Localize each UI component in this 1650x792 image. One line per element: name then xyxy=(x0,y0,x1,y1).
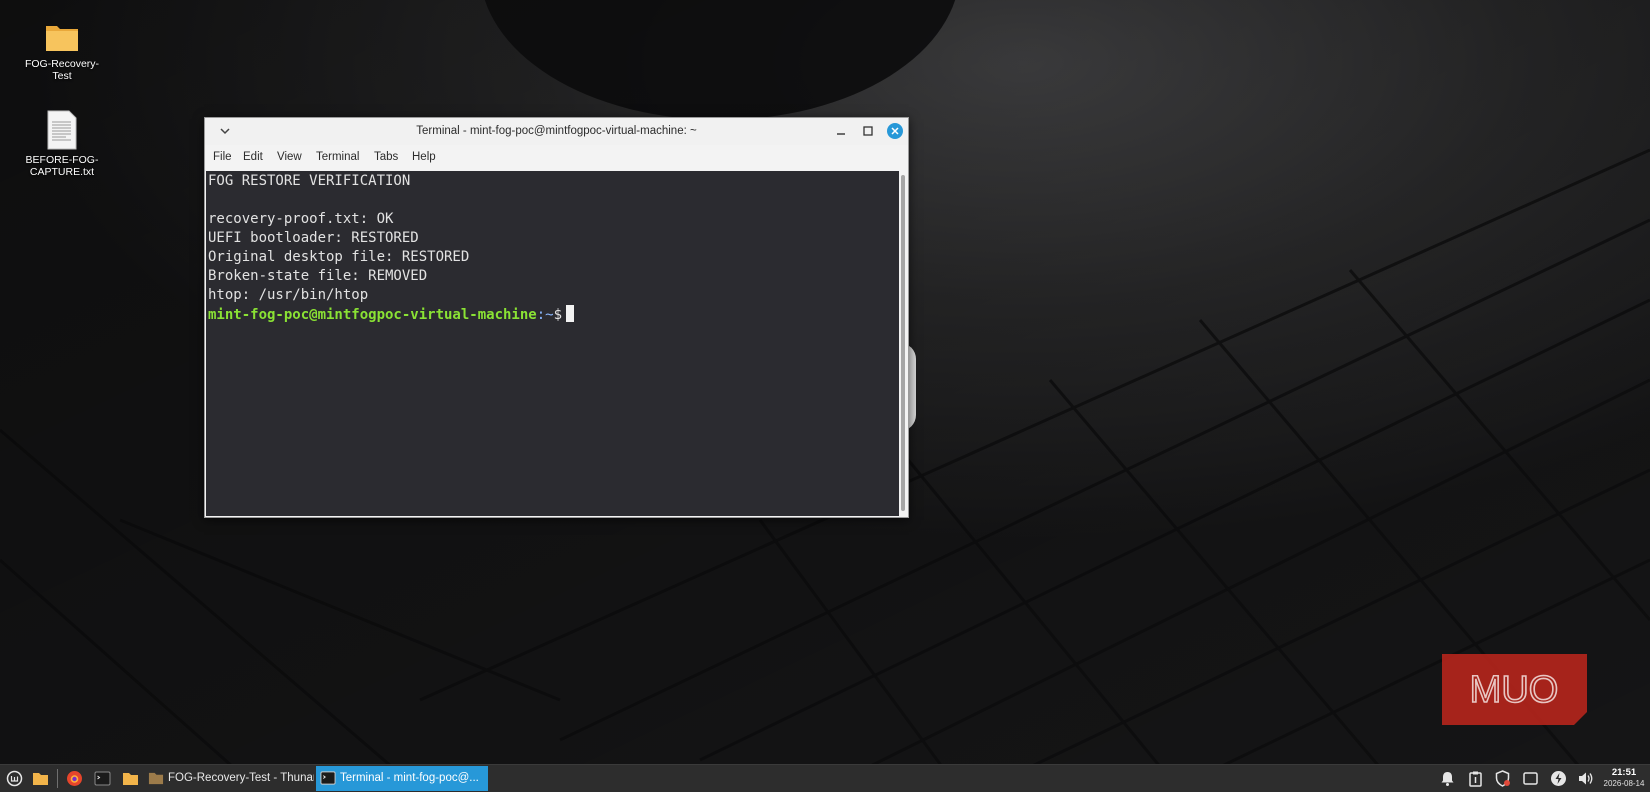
taskbar-task-terminal[interactable]: Terminal - mint-fog-poc@... xyxy=(316,766,488,791)
scrollbar-thumb[interactable] xyxy=(901,175,905,511)
shield-update-icon[interactable] xyxy=(1494,770,1511,787)
watermark-text: MUO xyxy=(1470,669,1559,711)
folder-launcher-icon[interactable] xyxy=(122,770,139,787)
muo-watermark-logo: MUO xyxy=(1442,654,1587,725)
close-button[interactable] xyxy=(886,122,904,140)
terminal-cursor xyxy=(566,305,575,322)
terminal-line: FOG RESTORE VERIFICATION xyxy=(208,173,411,189)
terminal-prompt-line: mint-fog-poc@mintfogpoc-virtual-machine:… xyxy=(208,305,575,325)
volume-icon[interactable] xyxy=(1577,770,1594,787)
menu-terminal[interactable]: Terminal xyxy=(316,151,359,163)
files-launcher-icon[interactable] xyxy=(32,770,49,787)
task-label: FOG-Recovery-Test - Thunar xyxy=(168,772,314,784)
task-label: Terminal - mint-fog-poc@... xyxy=(340,772,479,784)
terminal-line: recovery-proof.txt: OK xyxy=(208,211,394,227)
menu-tabs[interactable]: Tabs xyxy=(374,151,398,163)
window-title: Terminal - mint-fog-poc@mintfogpoc-virtu… xyxy=(416,125,697,137)
terminal-line: UEFI bootloader: RESTORED xyxy=(208,230,419,246)
menu-bar: File Edit View Terminal Tabs Help xyxy=(205,147,908,169)
prompt-path: :~ xyxy=(536,307,554,323)
minimize-button[interactable] xyxy=(832,122,850,140)
terminal-icon xyxy=(320,771,336,785)
taskbar-separator xyxy=(57,769,58,788)
desktop-icon-label: BEFORE-FOG- CAPTURE.txt xyxy=(25,154,99,178)
terminal-output[interactable]: FOG RESTORE VERIFICATION recovery-proof.… xyxy=(206,171,899,516)
menu-edit[interactable]: Edit xyxy=(243,151,263,163)
terminal-line: Original desktop file: RESTORED xyxy=(208,249,470,265)
taskbar-task-thunar[interactable]: FOG-Recovery-Test - Thunar xyxy=(144,766,314,791)
power-icon[interactable] xyxy=(1550,770,1567,787)
window-titlebar[interactable]: Terminal - mint-fog-poc@mintfogpoc-virtu… xyxy=(205,118,908,145)
prompt-symbol: $ xyxy=(553,307,563,323)
clipboard-icon[interactable] xyxy=(1467,770,1484,787)
mint-menu-icon[interactable] xyxy=(6,770,23,787)
window-icon[interactable] xyxy=(1522,770,1539,787)
prompt-user-host: mint-fog-poc@mintfogpoc-virtual-machine xyxy=(208,307,537,323)
menu-file[interactable]: File xyxy=(213,151,232,163)
menu-view[interactable]: View xyxy=(277,151,302,163)
terminal-launcher-icon[interactable] xyxy=(94,770,111,787)
menu-help[interactable]: Help xyxy=(412,151,436,163)
firefox-launcher-icon[interactable] xyxy=(66,770,83,787)
terminal-scrollbar[interactable] xyxy=(899,171,907,516)
desktop-icon-label: FOG-Recovery- Test xyxy=(24,58,100,82)
clock-time: 21:51 xyxy=(1611,767,1637,778)
terminal-line: htop: /usr/bin/htop xyxy=(208,287,369,303)
maximize-button[interactable] xyxy=(859,122,877,140)
desktop-icon-before-fog-capture[interactable]: BEFORE-FOG- CAPTURE.txt xyxy=(17,110,107,178)
clock-date: 2026-08-14 xyxy=(1603,779,1645,788)
taskbar: FOG-Recovery-Test - Thunar Terminal - mi… xyxy=(0,764,1650,792)
bell-icon[interactable] xyxy=(1439,770,1456,787)
terminal-line: Broken-state file: REMOVED xyxy=(208,268,428,284)
text-file-icon xyxy=(47,110,77,150)
folder-icon xyxy=(148,772,164,785)
clock[interactable]: 21:51 2026-08-14 xyxy=(1600,767,1648,789)
terminal-window[interactable]: Terminal - mint-fog-poc@mintfogpoc-virtu… xyxy=(204,117,909,518)
desktop-icon-fog-recovery-test[interactable]: FOG-Recovery- Test xyxy=(17,20,107,82)
folder-icon xyxy=(46,26,78,51)
